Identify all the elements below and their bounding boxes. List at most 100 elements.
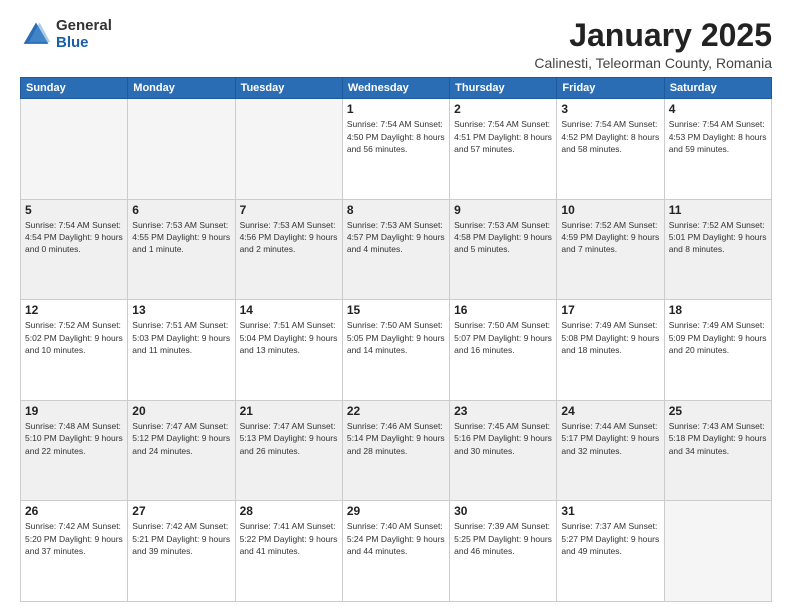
day-info: Sunrise: 7:51 AM Sunset: 5:04 PM Dayligh… (240, 319, 338, 356)
col-monday: Monday (128, 78, 235, 99)
table-row: 27Sunrise: 7:42 AM Sunset: 5:21 PM Dayli… (128, 501, 235, 602)
table-row (21, 99, 128, 200)
table-row: 29Sunrise: 7:40 AM Sunset: 5:24 PM Dayli… (342, 501, 449, 602)
table-row: 28Sunrise: 7:41 AM Sunset: 5:22 PM Dayli… (235, 501, 342, 602)
day-info: Sunrise: 7:37 AM Sunset: 5:27 PM Dayligh… (561, 520, 659, 557)
day-number: 20 (132, 404, 230, 418)
calendar-page: General Blue January 2025 Calinesti, Tel… (0, 0, 792, 612)
table-row: 2 Sunrise: 7:54 AM Sunset: 4:51 PM Daylig… (450, 99, 557, 200)
day-number: 21 (240, 404, 338, 418)
table-row (128, 99, 235, 200)
calendar-row: 5 Sunrise: 7:54 AM Sunset: 4:54 PM Daylig… (21, 199, 772, 300)
day-info: Sunrise: 7:42 AM Sunset: 5:20 PM Dayligh… (25, 520, 123, 557)
day-info: Sunrise: 7:45 AM Sunset: 5:16 PM Dayligh… (454, 420, 552, 457)
day-number: 1 (347, 102, 445, 116)
table-row: 19 Sunrise: 7:48 AM Sunset: 5:10 PM Dayli… (21, 400, 128, 501)
day-info: Sunrise: 7:54 AM Sunset: 4:54 PM Dayligh… (25, 219, 123, 256)
day-info: Sunrise: 7:53 AM Sunset: 4:58 PM Dayligh… (454, 219, 552, 256)
day-number: 11 (669, 203, 767, 217)
day-info: Sunrise: 7:46 AM Sunset: 5:14 PM Dayligh… (347, 420, 445, 457)
col-tuesday: Tuesday (235, 78, 342, 99)
col-thursday: Thursday (450, 78, 557, 99)
day-number: 27 (132, 504, 230, 518)
day-info: Sunrise: 7:50 AM Sunset: 5:07 PM Dayligh… (454, 319, 552, 356)
day-info: Sunrise: 7:52 AM Sunset: 5:01 PM Dayligh… (669, 219, 767, 256)
calendar-row: 26 Sunrise: 7:42 AM Sunset: 5:20 PM Dayli… (21, 501, 772, 602)
day-number: 10 (561, 203, 659, 217)
day-info: Sunrise: 7:44 AM Sunset: 5:17 PM Dayligh… (561, 420, 659, 457)
day-info: Sunrise: 7:54 AM Sunset: 4:52 PM Dayligh… (561, 118, 659, 155)
day-info: Sunrise: 7:47 AM Sunset: 5:13 PM Dayligh… (240, 420, 338, 457)
table-row: 13 Sunrise: 7:51 AM Sunset: 5:03 PM Dayli… (128, 300, 235, 401)
day-number: 17 (561, 303, 659, 317)
day-info: Sunrise: 7:48 AM Sunset: 5:10 PM Dayligh… (25, 420, 123, 457)
day-info: Sunrise: 7:49 AM Sunset: 5:09 PM Dayligh… (669, 319, 767, 356)
day-number: 13 (132, 303, 230, 317)
day-number: 30 (454, 504, 552, 518)
logo-icon (20, 19, 52, 51)
table-row: 26 Sunrise: 7:42 AM Sunset: 5:20 PM Dayli… (21, 501, 128, 602)
day-info: Sunrise: 7:47 AM Sunset: 5:12 PM Dayligh… (132, 420, 230, 457)
table-row: 21 Sunrise: 7:47 AM Sunset: 5:13 PM Dayli… (235, 400, 342, 501)
table-row: 31 Sunrise: 7:37 AM Sunset: 5:27 PM Dayli… (557, 501, 664, 602)
day-number: 4 (669, 102, 767, 116)
day-number: 2 (454, 102, 552, 116)
table-row: 11 Sunrise: 7:52 AM Sunset: 5:01 PM Dayli… (664, 199, 771, 300)
table-row: 20 Sunrise: 7:47 AM Sunset: 5:12 PM Dayli… (128, 400, 235, 501)
day-info: Sunrise: 7:51 AM Sunset: 5:03 PM Dayligh… (132, 319, 230, 356)
table-row: 22 Sunrise: 7:46 AM Sunset: 5:14 PM Dayli… (342, 400, 449, 501)
table-row: 7Sunrise: 7:53 AM Sunset: 4:56 PM Daylig… (235, 199, 342, 300)
day-info: Sunrise: 7:52 AM Sunset: 5:02 PM Dayligh… (25, 319, 123, 356)
day-info: Sunrise: 7:54 AM Sunset: 4:53 PM Dayligh… (669, 118, 767, 155)
table-row: 15Sunrise: 7:50 AM Sunset: 5:05 PM Dayli… (342, 300, 449, 401)
header-row: Sunday Monday Tuesday Wednesday Thursday… (21, 78, 772, 99)
day-info: Sunrise: 7:54 AM Sunset: 4:50 PM Dayligh… (347, 118, 445, 155)
logo-general: General (56, 18, 112, 35)
table-row: 9Sunrise: 7:53 AM Sunset: 4:58 PM Daylig… (450, 199, 557, 300)
day-number: 18 (669, 303, 767, 317)
col-wednesday: Wednesday (342, 78, 449, 99)
day-info: Sunrise: 7:40 AM Sunset: 5:24 PM Dayligh… (347, 520, 445, 557)
day-info: Sunrise: 7:41 AM Sunset: 5:22 PM Dayligh… (240, 520, 338, 557)
day-number: 5 (25, 203, 123, 217)
table-row: 6Sunrise: 7:53 AM Sunset: 4:55 PM Daylig… (128, 199, 235, 300)
table-row: 3 Sunrise: 7:54 AM Sunset: 4:52 PM Daylig… (557, 99, 664, 200)
day-number: 16 (454, 303, 552, 317)
col-sunday: Sunday (21, 78, 128, 99)
day-info: Sunrise: 7:53 AM Sunset: 4:55 PM Dayligh… (132, 219, 230, 256)
col-saturday: Saturday (664, 78, 771, 99)
day-info: Sunrise: 7:49 AM Sunset: 5:08 PM Dayligh… (561, 319, 659, 356)
day-info: Sunrise: 7:43 AM Sunset: 5:18 PM Dayligh… (669, 420, 767, 457)
table-row: 23 Sunrise: 7:45 AM Sunset: 5:16 PM Dayli… (450, 400, 557, 501)
day-info: Sunrise: 7:52 AM Sunset: 4:59 PM Dayligh… (561, 219, 659, 256)
day-number: 24 (561, 404, 659, 418)
day-number: 8 (347, 203, 445, 217)
day-number: 31 (561, 504, 659, 518)
table-row: 16 Sunrise: 7:50 AM Sunset: 5:07 PM Dayli… (450, 300, 557, 401)
day-info: Sunrise: 7:53 AM Sunset: 4:56 PM Dayligh… (240, 219, 338, 256)
col-friday: Friday (557, 78, 664, 99)
day-number: 19 (25, 404, 123, 418)
day-info: Sunrise: 7:54 AM Sunset: 4:51 PM Dayligh… (454, 118, 552, 155)
table-row: 24 Sunrise: 7:44 AM Sunset: 5:17 PM Dayli… (557, 400, 664, 501)
day-number: 26 (25, 504, 123, 518)
logo-text: General Blue (56, 18, 112, 51)
day-number: 25 (669, 404, 767, 418)
day-info: Sunrise: 7:53 AM Sunset: 4:57 PM Dayligh… (347, 219, 445, 256)
calendar-row: 12Sunrise: 7:52 AM Sunset: 5:02 PM Dayli… (21, 300, 772, 401)
table-row: 12Sunrise: 7:52 AM Sunset: 5:02 PM Dayli… (21, 300, 128, 401)
table-row: 4 Sunrise: 7:54 AM Sunset: 4:53 PM Daylig… (664, 99, 771, 200)
table-row (235, 99, 342, 200)
table-row: 5 Sunrise: 7:54 AM Sunset: 4:54 PM Daylig… (21, 199, 128, 300)
header: General Blue January 2025 Calinesti, Tel… (20, 18, 772, 71)
logo-blue: Blue (56, 35, 112, 52)
day-number: 23 (454, 404, 552, 418)
day-number: 3 (561, 102, 659, 116)
calendar-row: 1 Sunrise: 7:54 AM Sunset: 4:50 PM Daylig… (21, 99, 772, 200)
day-number: 22 (347, 404, 445, 418)
table-row: 30Sunrise: 7:39 AM Sunset: 5:25 PM Dayli… (450, 501, 557, 602)
table-row: 14Sunrise: 7:51 AM Sunset: 5:04 PM Dayli… (235, 300, 342, 401)
calendar-title: January 2025 (534, 18, 772, 53)
table-row: 18 Sunrise: 7:49 AM Sunset: 5:09 PM Dayli… (664, 300, 771, 401)
calendar-row: 19 Sunrise: 7:48 AM Sunset: 5:10 PM Dayli… (21, 400, 772, 501)
